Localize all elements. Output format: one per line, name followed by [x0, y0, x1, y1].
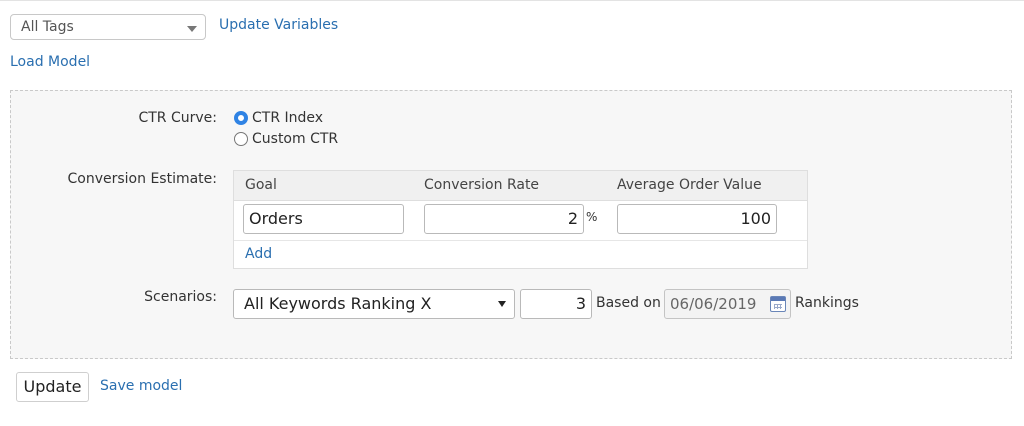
date-value: 06/06/2019 — [670, 295, 757, 313]
radio-custom-ctr[interactable]: Custom CTR — [234, 131, 338, 147]
column-header-average-order-value: Average Order Value — [617, 177, 762, 193]
radio-ctr-index[interactable]: CTR Index — [234, 110, 323, 126]
update-variables-link[interactable]: Update Variables — [219, 17, 338, 33]
tags-dropdown[interactable]: All Tags — [10, 14, 206, 40]
radio-custom-ctr-label: Custom CTR — [252, 131, 339, 147]
scenarios-label: Scenarios: — [144, 289, 217, 305]
conversion-estimate-label: Conversion Estimate: — [67, 171, 218, 187]
update-button[interactable]: Update — [16, 372, 89, 402]
chevron-down-icon — [187, 26, 197, 32]
load-model-link[interactable]: Load Model — [10, 54, 90, 70]
average-order-value-input[interactable]: 100 — [617, 204, 777, 234]
add-goal-link[interactable]: Add — [245, 246, 272, 262]
conversion-table-header: Goal Conversion Rate Average Order Value — [234, 171, 807, 201]
scenario-dropdown[interactable]: All Keywords Ranking X — [233, 289, 515, 319]
save-model-link[interactable]: Save model — [100, 378, 182, 394]
based-on-text: Based on — [596, 295, 661, 311]
goal-input[interactable]: Orders — [243, 204, 404, 234]
percent-unit: % — [586, 210, 598, 224]
ranking-position-input[interactable]: 3 — [520, 289, 592, 319]
column-header-conversion-rate: Conversion Rate — [424, 177, 540, 193]
radio-checked-icon — [234, 111, 248, 125]
row-divider — [234, 240, 807, 241]
top-divider — [0, 0, 1024, 1]
conversion-rate-input[interactable]: 2 — [424, 204, 584, 234]
scenario-dropdown-value: All Keywords Ranking X — [244, 294, 432, 313]
date-field[interactable]: 06/06/2019 — [664, 289, 791, 319]
column-header-goal: Goal — [245, 177, 277, 193]
tags-dropdown-value: All Tags — [21, 19, 74, 35]
ctr-curve-label: CTR Curve: — [138, 110, 217, 126]
radio-ctr-index-label: CTR Index — [252, 110, 324, 126]
chevron-down-icon — [498, 301, 506, 307]
rankings-text: Rankings — [795, 295, 859, 311]
radio-unchecked-icon — [234, 132, 248, 146]
calendar-icon[interactable] — [770, 296, 786, 312]
